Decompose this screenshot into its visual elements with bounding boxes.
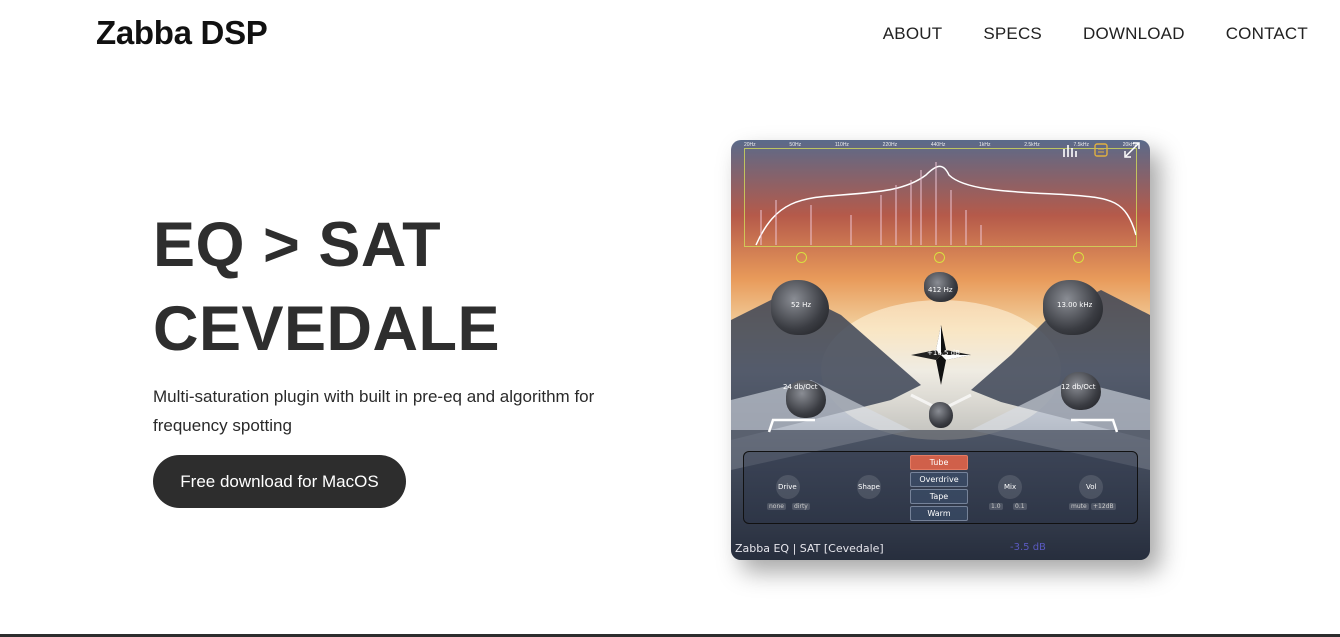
plugin-name: Zabba EQ | SAT [Cevedale] xyxy=(735,542,884,555)
drive-opt-none[interactable]: none xyxy=(767,503,786,510)
spectrum-icon[interactable] xyxy=(1061,140,1081,160)
tube-icon[interactable] xyxy=(1091,140,1111,160)
mix-opt-a[interactable]: 1.0 xyxy=(989,503,1003,510)
hero-title-line1: EQ > SAT xyxy=(153,210,442,280)
vol-opt-mute[interactable]: mute xyxy=(1069,503,1089,510)
nav-about[interactable]: ABOUT xyxy=(883,24,943,44)
freq-label: 20Hz xyxy=(744,142,756,148)
nav-download[interactable]: DOWNLOAD xyxy=(1083,24,1185,44)
vol-label: Vol xyxy=(1086,483,1097,491)
hero-title: EQ > SAT CEVEDALE xyxy=(153,203,500,371)
mid-freq-value: 412 Hz xyxy=(928,286,953,294)
center-knob[interactable] xyxy=(929,402,953,428)
high-slope-knob[interactable] xyxy=(1061,372,1101,410)
high-slope-value: 12 db/Oct xyxy=(1061,383,1096,391)
drive-label: Drive xyxy=(778,483,797,491)
freq-label: 1kHz xyxy=(979,142,991,148)
vol-opt-boost[interactable]: +12dB xyxy=(1091,503,1116,510)
nav-specs[interactable]: SPECS xyxy=(983,24,1042,44)
download-button[interactable]: Free download for MacOS xyxy=(153,455,406,508)
high-freq-value: 13.00 kHz xyxy=(1057,301,1093,309)
hero-description: Multi-saturation plugin with built in pr… xyxy=(153,387,595,435)
mix-opt-b[interactable]: 0.1 xyxy=(1013,503,1027,510)
power-icon[interactable] xyxy=(934,252,945,263)
freq-label: 50Hz xyxy=(789,142,802,148)
mode-tape-button[interactable]: Tape xyxy=(910,489,968,504)
low-slope-value: 24 db/Oct xyxy=(783,383,818,391)
drive-opt-dirty[interactable]: dirty xyxy=(792,503,810,510)
mix-label: Mix xyxy=(1004,483,1017,491)
low-freq-value: 52 Hz xyxy=(791,301,812,309)
power-icon[interactable] xyxy=(1073,252,1084,263)
main-nav: ABOUT SPECS DOWNLOAD CONTACT xyxy=(883,24,1308,44)
freq-label: 2.5kHz xyxy=(1024,142,1040,148)
eq-display[interactable] xyxy=(744,148,1137,247)
freq-label: 220Hz xyxy=(882,142,898,148)
expand-icon[interactable] xyxy=(1122,140,1142,160)
brand-logo[interactable]: Zabba DSP xyxy=(96,14,268,52)
output-level: -3.5 dB xyxy=(1010,542,1046,553)
plugin-screenshot: 20Hz 50Hz 110Hz 220Hz 440Hz 1kHz 2.5kHz … xyxy=(731,140,1150,560)
shape-label: Shape xyxy=(858,483,880,491)
mode-warm-button[interactable]: Warm xyxy=(910,506,968,521)
nav-contact[interactable]: CONTACT xyxy=(1226,24,1308,44)
freq-label: 110Hz xyxy=(834,142,849,148)
mode-overdrive-button[interactable]: Overdrive xyxy=(910,472,968,487)
center-gain-value: +16.5 dB xyxy=(927,349,960,357)
freq-label: 440Hz xyxy=(930,142,946,148)
power-icon[interactable] xyxy=(796,252,807,263)
hero-title-line2: CEVEDALE xyxy=(153,294,501,364)
mode-tube-button[interactable]: Tube xyxy=(910,455,968,470)
